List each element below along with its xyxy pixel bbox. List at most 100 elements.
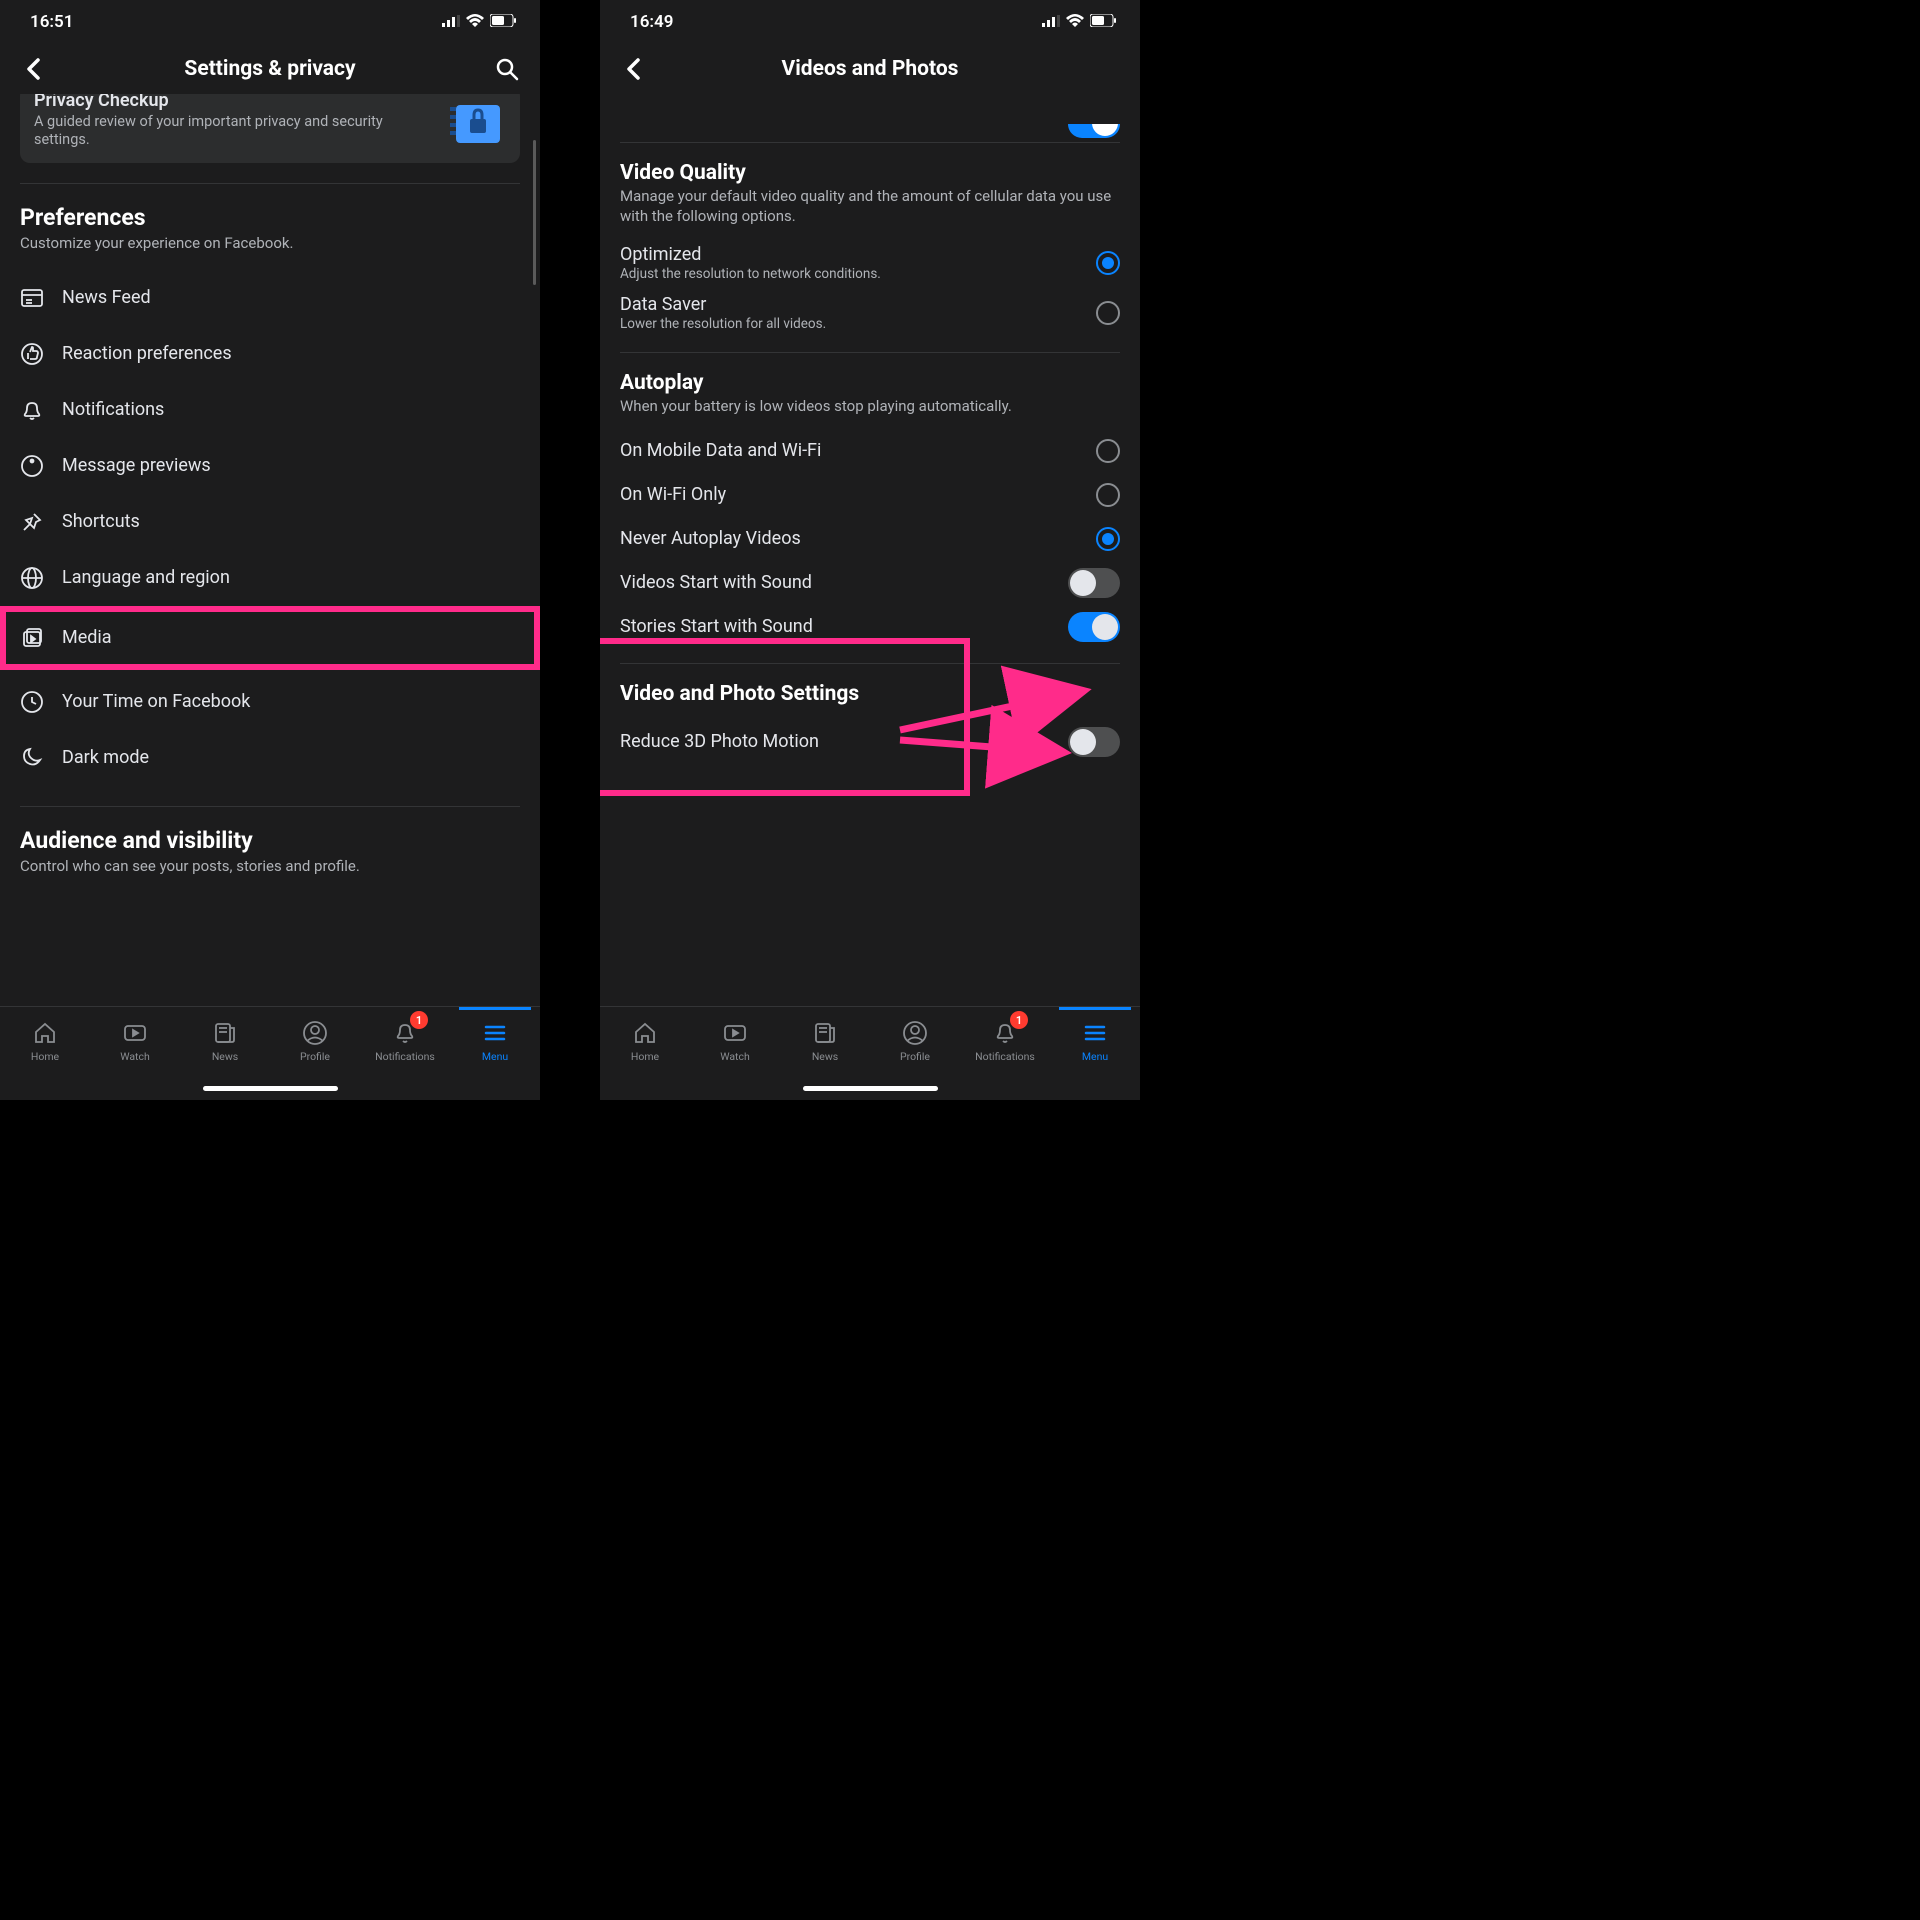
option-sub: Lower the resolution for all videos.	[620, 316, 1084, 332]
status-icons	[1042, 12, 1116, 32]
tab-news[interactable]: News	[180, 1007, 270, 1076]
shortcuts-item[interactable]: Shortcuts	[20, 494, 520, 550]
toggle-peek[interactable]	[1068, 124, 1120, 138]
battery-icon	[1090, 12, 1116, 32]
group-subtitle: Manage your default video quality and th…	[620, 187, 1120, 226]
option-label: On Wi-Fi Only	[620, 484, 1084, 505]
toggle-off-icon[interactable]	[1068, 727, 1120, 757]
scroll-area[interactable]: Privacy Checkup A guided review of your …	[0, 94, 540, 1006]
tab-indicator	[459, 1007, 531, 1010]
scroll-area[interactable]: Video Quality Manage your default video …	[600, 94, 1140, 1006]
stories-sound-toggle[interactable]: Stories Start with Sound	[620, 605, 1120, 649]
menu-label: Reaction preferences	[62, 343, 232, 364]
menu-label: Message previews	[62, 455, 211, 476]
divider	[620, 663, 1120, 664]
watch-icon	[122, 1020, 148, 1046]
toggle-off-icon[interactable]	[1068, 568, 1120, 598]
tab-profile[interactable]: Profile	[270, 1007, 360, 1076]
home-indicator[interactable]	[0, 1076, 540, 1100]
privacy-checkup-card[interactable]: Privacy Checkup A guided review of your …	[20, 94, 520, 163]
tab-home[interactable]: Home	[0, 1007, 90, 1076]
audience-title: Audience and visibility	[20, 827, 520, 854]
radio-icon[interactable]	[1096, 301, 1120, 325]
news-feed-item[interactable]: News Feed	[20, 270, 520, 326]
video-photo-group: Video and Photo Settings Reduce 3D Photo…	[620, 682, 1120, 764]
pin-icon	[20, 510, 44, 534]
nav-title: Videos and Photos	[782, 57, 959, 81]
left-screen: 16:51 Settings & privacy Privacy Checkup…	[0, 0, 540, 1100]
option-label: Never Autoplay Videos	[620, 528, 1084, 549]
option-sub: Adjust the resolution to network conditi…	[620, 266, 1084, 282]
media-highlight: Media	[0, 606, 540, 670]
dark-mode-item[interactable]: Dark mode	[20, 730, 520, 786]
home-icon	[632, 1020, 658, 1046]
radio-icon[interactable]	[1096, 439, 1120, 463]
language-region-item[interactable]: Language and region	[20, 550, 520, 606]
nav-bar: Videos and Photos	[600, 44, 1140, 94]
home-icon	[32, 1020, 58, 1046]
mobile-wifi-option[interactable]: On Mobile Data and Wi-Fi	[620, 429, 1120, 473]
search-button[interactable]	[494, 56, 520, 82]
notification-badge: 1	[1010, 1011, 1028, 1029]
status-bar: 16:51	[0, 0, 540, 44]
menu-label: Dark mode	[62, 747, 149, 768]
status-bar: 16:49	[600, 0, 1140, 44]
profile-icon	[902, 1020, 928, 1046]
globe-icon	[20, 566, 44, 590]
media-item[interactable]: Media	[20, 616, 520, 660]
nav-title: Settings & privacy	[184, 57, 355, 81]
tab-home[interactable]: Home	[600, 1007, 690, 1076]
menu-label: Language and region	[62, 567, 230, 588]
message-previews-item[interactable]: Message previews	[20, 438, 520, 494]
radio-icon[interactable]	[1096, 483, 1120, 507]
signal-icon	[1042, 12, 1060, 32]
videos-sound-toggle[interactable]: Videos Start with Sound	[620, 561, 1120, 605]
divider	[20, 806, 520, 807]
data-saver-option[interactable]: Data Saver Lower the resolution for all …	[620, 288, 1120, 338]
preferences-list-cont: Your Time on Facebook Dark mode	[20, 674, 520, 786]
home-indicator[interactable]	[600, 1076, 1140, 1100]
tab-watch[interactable]: Watch	[690, 1007, 780, 1076]
tab-profile[interactable]: Profile	[870, 1007, 960, 1076]
option-label: Data Saver	[620, 294, 1084, 315]
option-label: Videos Start with Sound	[620, 572, 1056, 593]
tab-watch[interactable]: Watch	[90, 1007, 180, 1076]
wifi-only-option[interactable]: On Wi-Fi Only	[620, 473, 1120, 517]
back-button[interactable]	[620, 56, 646, 82]
back-button[interactable]	[20, 56, 46, 82]
your-time-item[interactable]: Your Time on Facebook	[20, 674, 520, 730]
preferences-list: News Feed Reaction preferences Notificat…	[20, 270, 520, 606]
profile-icon	[302, 1020, 328, 1046]
moon-icon	[20, 746, 44, 770]
tab-menu[interactable]: Menu	[450, 1007, 540, 1076]
menu-label: Media	[62, 627, 112, 648]
radio-selected-icon[interactable]	[1096, 251, 1120, 275]
tab-menu[interactable]: Menu	[1050, 1007, 1140, 1076]
notifications-item[interactable]: Notifications	[20, 382, 520, 438]
card-title: Privacy Checkup	[34, 94, 438, 111]
reaction-prefs-item[interactable]: Reaction preferences	[20, 326, 520, 382]
menu-icon	[482, 1020, 508, 1046]
scrollbar[interactable]	[533, 140, 536, 285]
tab-notifications[interactable]: 1Notifications	[360, 1007, 450, 1076]
tab-news[interactable]: News	[780, 1007, 870, 1076]
radio-selected-icon[interactable]	[1096, 527, 1120, 551]
audience-subtitle: Control who can see your posts, stories …	[20, 857, 520, 877]
menu-label: Shortcuts	[62, 511, 140, 532]
reduce-3d-toggle[interactable]: Reduce 3D Photo Motion	[620, 720, 1120, 764]
group-title: Video Quality	[620, 161, 1120, 185]
newsfeed-icon	[20, 286, 44, 310]
toggle-on-icon[interactable]	[1068, 612, 1120, 642]
thumbs-up-icon	[20, 342, 44, 366]
status-time: 16:51	[30, 12, 73, 32]
bell-icon	[20, 398, 44, 422]
news-icon	[812, 1020, 838, 1046]
option-label: Stories Start with Sound	[620, 616, 1056, 637]
group-subtitle: When your battery is low videos stop pla…	[620, 397, 1120, 417]
status-icons	[442, 12, 516, 32]
optimized-option[interactable]: Optimized Adjust the resolution to netwo…	[620, 238, 1120, 288]
group-title: Autoplay	[620, 371, 1120, 395]
tab-notifications[interactable]: 1Notifications	[960, 1007, 1050, 1076]
never-autoplay-option[interactable]: Never Autoplay Videos	[620, 517, 1120, 561]
battery-icon	[490, 12, 516, 32]
